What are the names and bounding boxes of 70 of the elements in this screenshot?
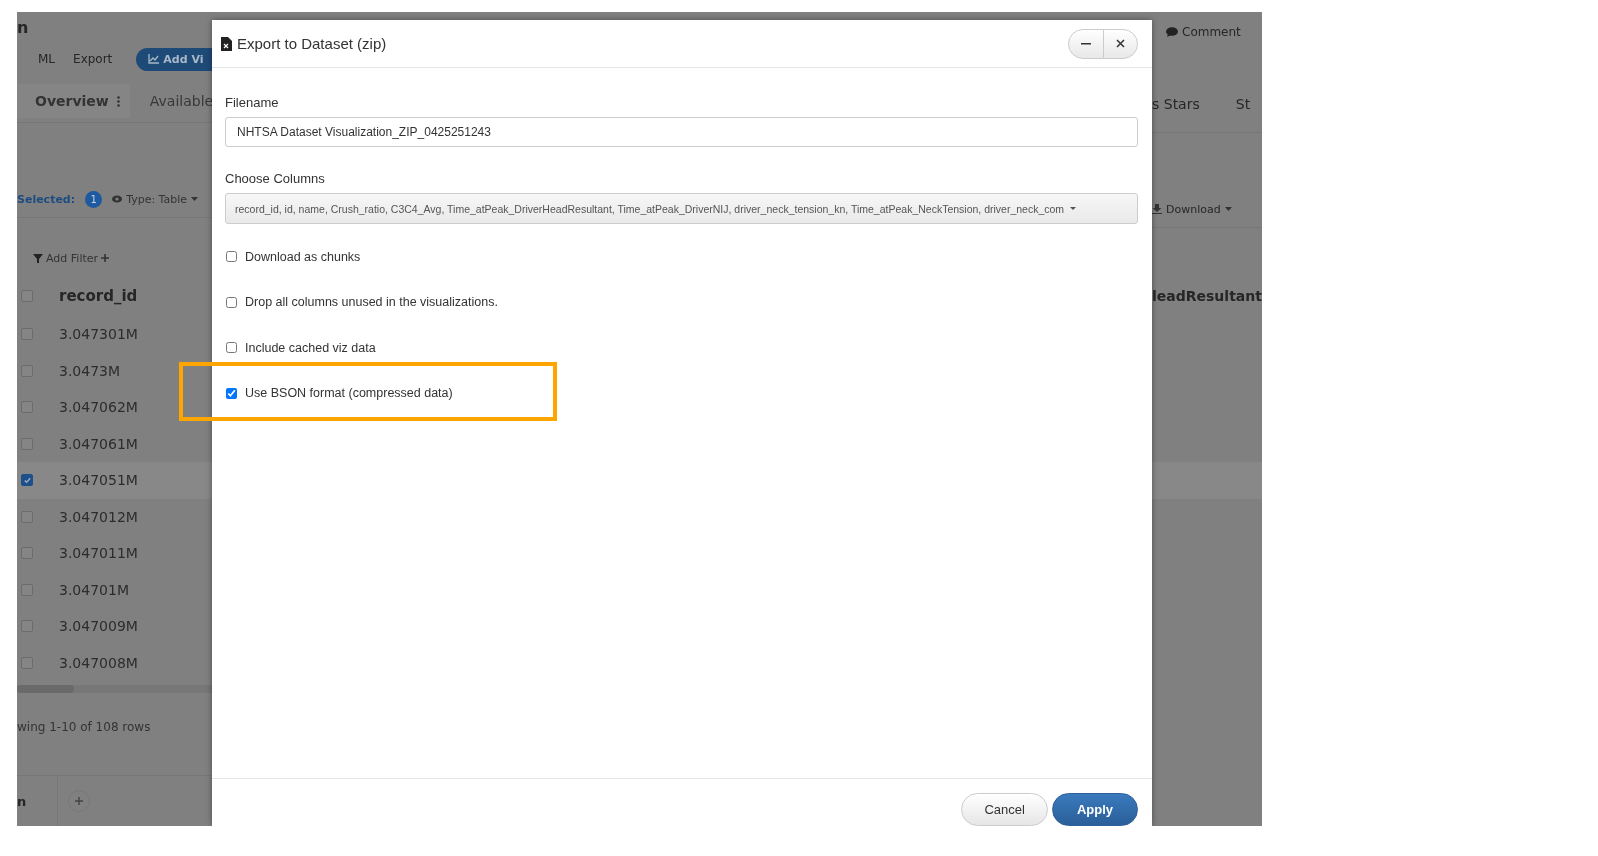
row-count-text: wing 1-10 of 108 rows (17, 720, 151, 734)
zip-file-icon (221, 36, 232, 51)
horizontal-scrollbar[interactable] (17, 685, 212, 693)
checkbox[interactable] (21, 656, 33, 669)
checkbox-label: Download as chunks (245, 249, 361, 264)
comments-button[interactable]: Comment (1182, 25, 1241, 39)
checkbox-label: Drop all columns unused in the visualizations. (245, 295, 498, 310)
add-visualization-button[interactable]: Add Vi (136, 47, 212, 71)
checkbox[interactable] (21, 547, 33, 560)
view-tab[interactable]: Overview (17, 84, 130, 118)
menu-item[interactable]: Export (73, 52, 113, 66)
caret-icon (191, 197, 199, 201)
caret-icon (1070, 207, 1077, 210)
add-filter-button[interactable]: Add Filter (33, 251, 110, 265)
selected-count-badge: 1 (85, 190, 103, 208)
table-cell: 3.047009M (59, 618, 138, 635)
sheet-tab[interactable]: n (17, 793, 27, 809)
download-dropdown[interactable]: Download (1152, 202, 1232, 216)
checkbox[interactable] (21, 364, 33, 377)
table-cell: 3.047061M (59, 435, 138, 452)
plus-icon (101, 254, 110, 262)
more-icon[interactable] (116, 95, 120, 107)
minimize-icon (1081, 42, 1091, 45)
table-cell: 3.047011M (59, 545, 138, 562)
checkbox[interactable] (21, 328, 33, 341)
columns-dropdown[interactable]: record_id, id, name, Crush_ratio, C3C4_Avg, Time_atPeak_DriverHeadResultant, Time_atPeak_DriverNIJ, driver_neck_tension_kn, Time_atPeak_NeckTension, driver_neck_com (225, 193, 1138, 224)
menu-item[interactable]: ML (38, 52, 56, 66)
checkbox[interactable] (21, 437, 33, 450)
checkbox[interactable] (21, 583, 33, 596)
app-title: n (17, 17, 29, 37)
table-cell: 3.047008M (59, 654, 138, 671)
field-label: Filename (225, 95, 280, 110)
plus-icon (74, 796, 84, 806)
checkbox[interactable] (21, 401, 33, 414)
table-cell: 3.047012M (59, 508, 138, 525)
selected-row[interactable] (1152, 462, 1262, 499)
view-tab[interactable]: s Stars (1152, 96, 1200, 112)
checkbox[interactable] (21, 474, 33, 487)
download-icon (1152, 204, 1162, 214)
table-cell: 3.047051M (59, 472, 138, 489)
checkbox[interactable] (226, 296, 237, 308)
type-dropdown[interactable]: Type: Table (112, 192, 199, 206)
chart-icon (148, 54, 160, 64)
caret-icon (1224, 207, 1232, 211)
column-header: leadResultant (1152, 288, 1262, 304)
comment-icon (1166, 27, 1178, 37)
table-cell: 3.04701M (59, 581, 129, 598)
cancel-button[interactable]: Cancel (961, 793, 1048, 826)
checkbox[interactable] (226, 342, 237, 354)
checkbox-label: Include cached viz data (245, 340, 376, 355)
selected-row[interactable]: 3.047051M (17, 462, 212, 499)
table-cell: 3.047062M (59, 399, 138, 416)
table-cell: 3.0473M (59, 362, 121, 379)
checkbox[interactable] (226, 251, 237, 263)
table-cell: 3.047301M (59, 326, 138, 343)
view-tab[interactable]: St (1235, 96, 1251, 112)
checkbox-label: Use BSON format (compressed data) (245, 386, 453, 401)
dialog-title: Export to Dataset (zip) (237, 35, 387, 52)
checkbox[interactable] (21, 620, 33, 633)
checkbox[interactable] (21, 510, 33, 523)
filter-icon (33, 253, 43, 263)
apply-button[interactable]: Apply (1051, 793, 1138, 826)
filename-field[interactable]: NHTSA Dataset Visualization_ZIP_0425251243 (225, 117, 1138, 147)
eye-icon (112, 195, 123, 203)
checkbox[interactable] (226, 387, 237, 399)
column-header: record_id (59, 287, 138, 305)
checkbox[interactable] (21, 290, 33, 302)
field-label: Choose Columns (225, 171, 326, 186)
selected-label: Selected: (17, 192, 76, 206)
close-icon (1116, 39, 1125, 48)
